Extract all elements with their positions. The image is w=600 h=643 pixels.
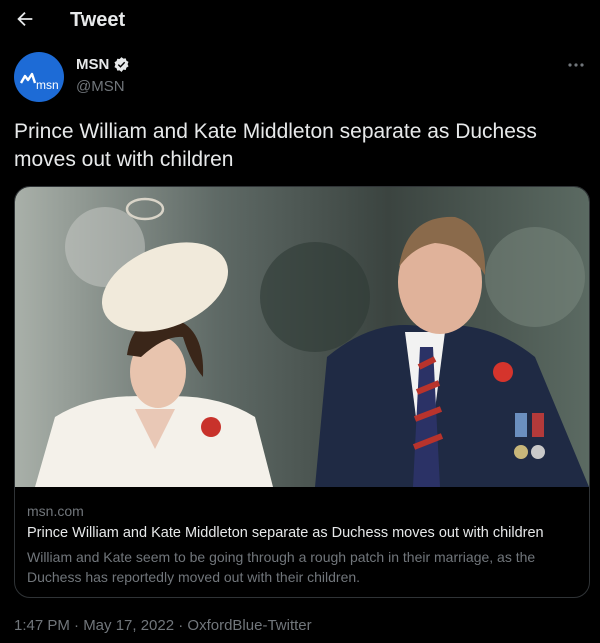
author-handle[interactable]: @MSN (76, 78, 125, 95)
more-options-button[interactable] (566, 58, 586, 72)
card-description: William and Kate seem to be going throug… (27, 549, 536, 585)
card-meta: msn.com Prince William and Kate Middleto… (15, 487, 589, 597)
tweet-timestamp-source[interactable]: 1:47 PM · May 17, 2022 · OxfordBlue-Twit… (14, 617, 312, 634)
verified-badge-icon (114, 57, 129, 72)
tweet-text: Prince William and Kate Middleton separa… (14, 120, 537, 171)
more-horizontal-icon (568, 63, 584, 67)
page-title: Tweet (70, 9, 126, 31)
avatar-label: msn (36, 78, 59, 92)
tweet-author: msn MSN @MSN (14, 52, 586, 104)
link-preview-card[interactable]: msn.com Prince William and Kate Middleto… (14, 186, 590, 598)
author-display-name[interactable]: MSN (76, 56, 109, 73)
author-name-row: MSN (76, 56, 130, 73)
tweet-header: Tweet (0, 0, 600, 42)
arrow-left-icon[interactable] (14, 8, 36, 30)
msn-logo-icon (19, 72, 37, 84)
card-domain: msn.com (27, 503, 84, 519)
card-title[interactable]: Prince William and Kate Middleton separa… (27, 525, 583, 541)
card-image[interactable] (15, 187, 589, 487)
avatar[interactable]: msn (14, 52, 64, 102)
